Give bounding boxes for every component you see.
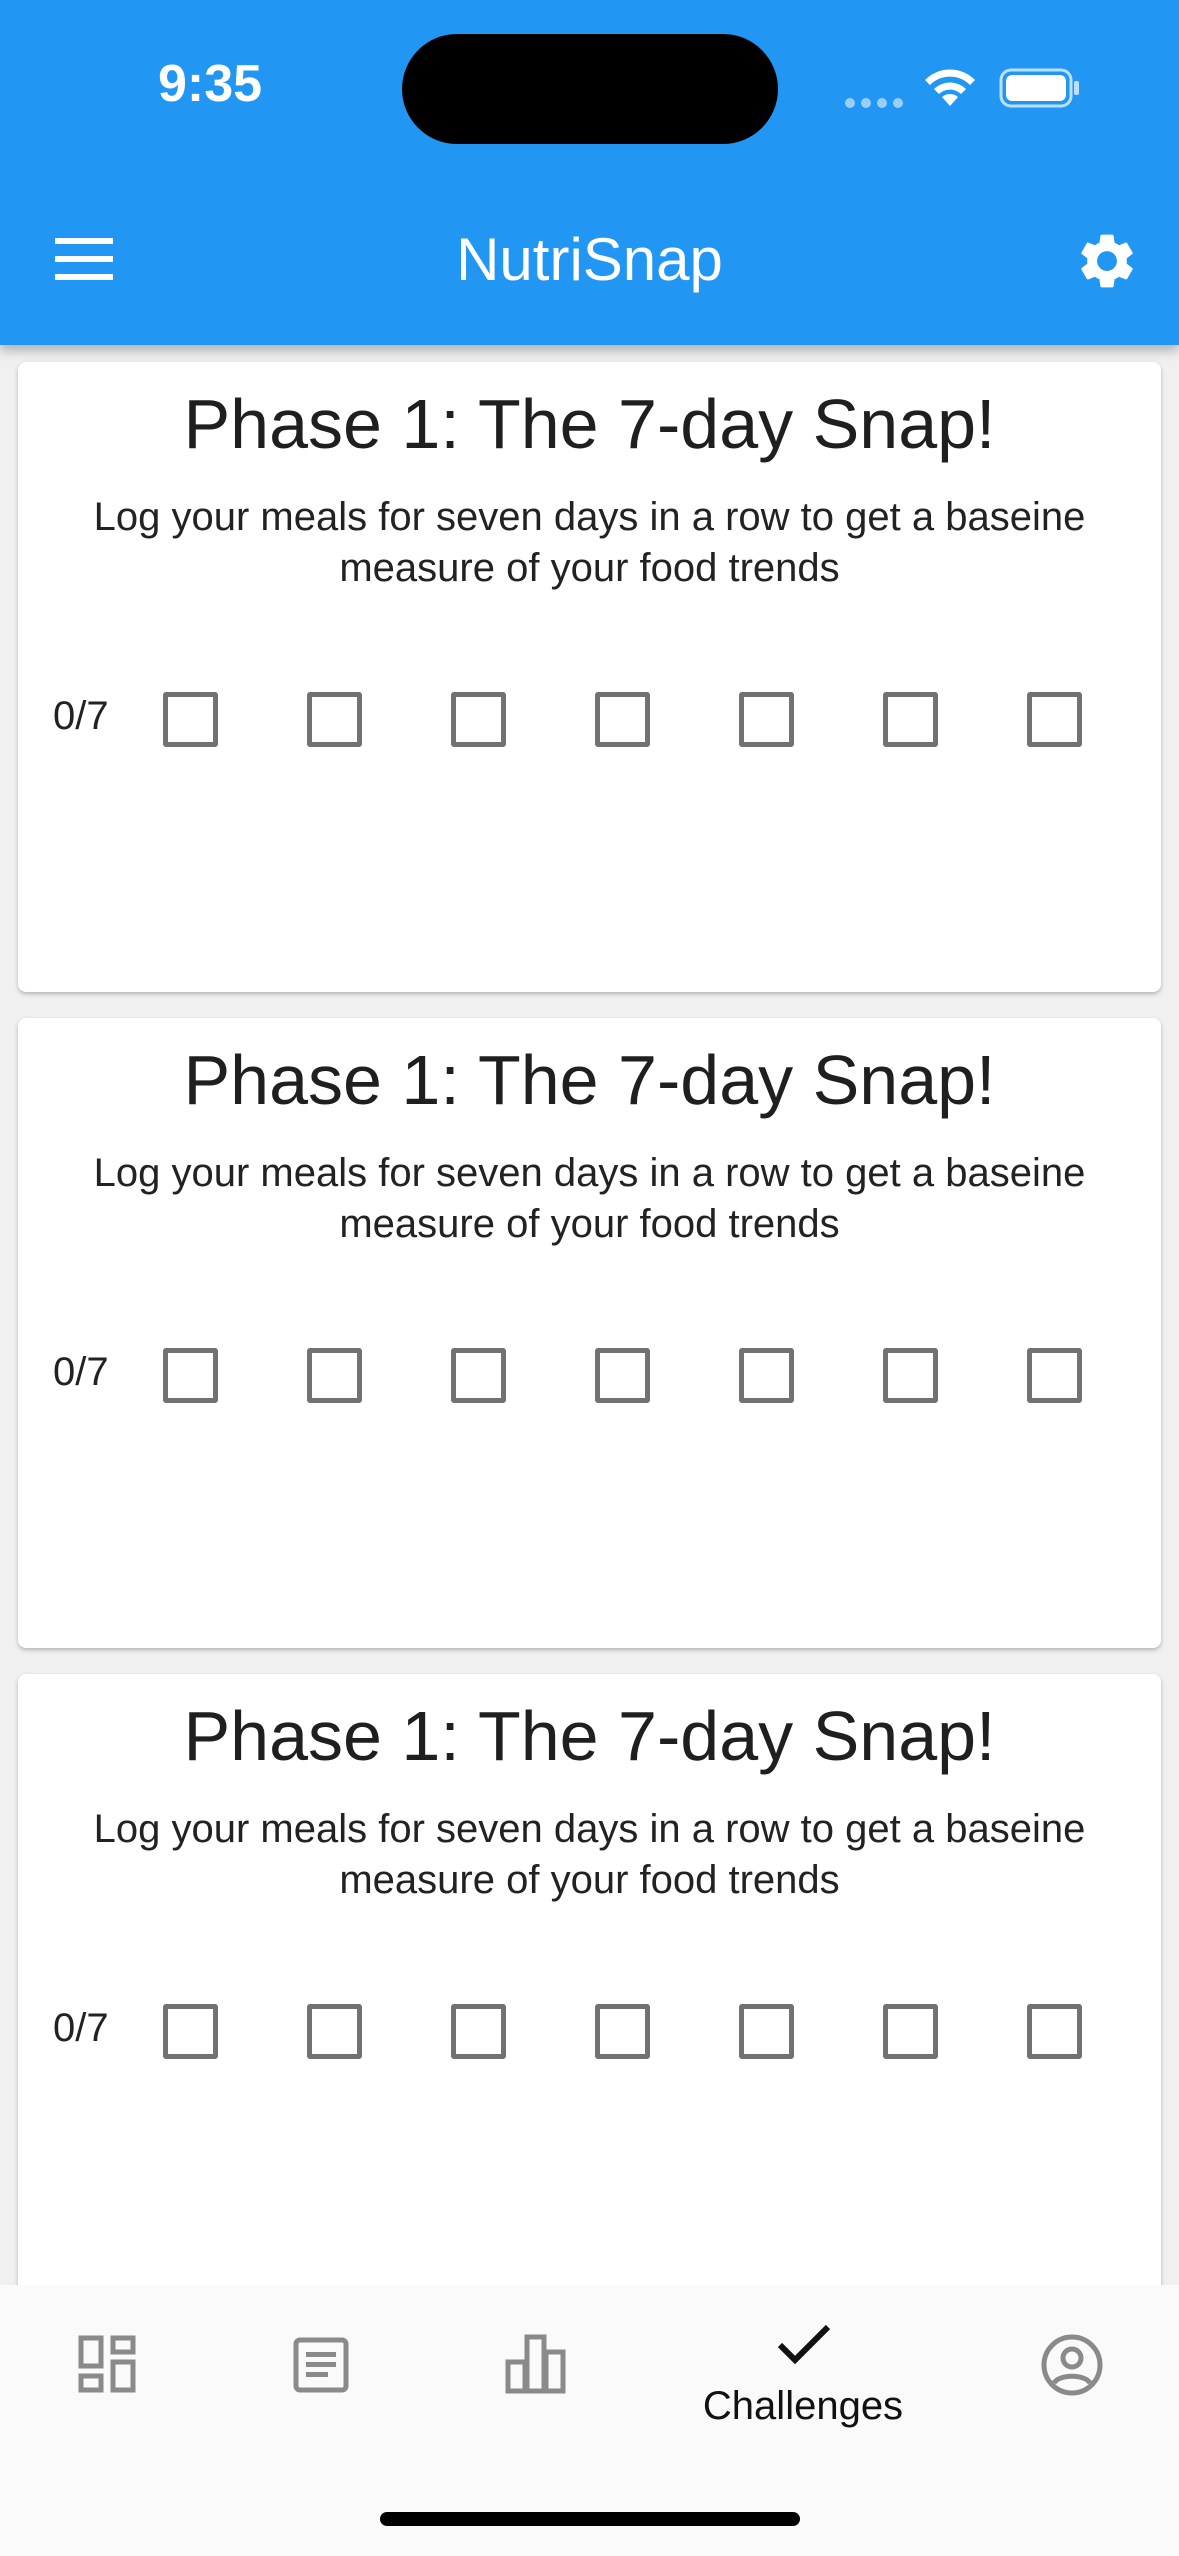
- progress-count: 0/7: [53, 694, 109, 738]
- day-checkbox[interactable]: [163, 692, 218, 747]
- challenge-description: Log your meals for seven days in a row t…: [93, 1807, 1086, 1902]
- account-circle-icon[interactable]: [1041, 2334, 1103, 2396]
- day-checkbox[interactable]: [739, 692, 794, 747]
- article-icon[interactable]: [293, 2337, 349, 2393]
- challenges-list[interactable]: Phase 1: The 7-day Snap! Log your meals …: [0, 345, 1179, 2285]
- wifi-icon: [925, 69, 975, 106]
- nav-label-challenges[interactable]: Challenges: [693, 2384, 913, 2429]
- day-checkbox[interactable]: [883, 1348, 938, 1403]
- day-checkbox[interactable]: [739, 1348, 794, 1403]
- day-checkbox[interactable]: [595, 1348, 650, 1403]
- day-checkbox[interactable]: [451, 2004, 506, 2059]
- day-checkbox[interactable]: [739, 2004, 794, 2059]
- day-checkbox[interactable]: [1027, 2004, 1082, 2059]
- day-checkbox[interactable]: [451, 692, 506, 747]
- app-title: NutriSnap: [456, 226, 723, 293]
- home-indicator: [380, 2512, 800, 2526]
- day-checkbox[interactable]: [451, 1348, 506, 1403]
- challenge-description: Log your meals for seven days in a row t…: [93, 1151, 1086, 1246]
- challenge-card: Phase 1: The 7-day Snap! Log your meals …: [18, 362, 1161, 992]
- challenge-title: Phase 1: The 7-day Snap!: [183, 385, 996, 463]
- day-checkbox[interactable]: [307, 692, 362, 747]
- check-icon[interactable]: [776, 2323, 832, 2365]
- challenge-title: Phase 1: The 7-day Snap!: [183, 1041, 996, 1119]
- app-bar: 9:35 NutriSnap: [0, 0, 1179, 345]
- bar-chart-icon[interactable]: [505, 2334, 567, 2394]
- progress-count: 0/7: [53, 1350, 109, 1394]
- day-checkbox[interactable]: [595, 2004, 650, 2059]
- battery-icon: [999, 68, 1079, 108]
- gear-icon[interactable]: [1074, 228, 1140, 294]
- challenge-card: Phase 1: The 7-day Snap! Log your meals …: [18, 1674, 1161, 2285]
- progress-count: 0/7: [53, 2006, 109, 2050]
- cellular-signal-icon: [845, 95, 909, 113]
- day-checkbox[interactable]: [595, 692, 650, 747]
- dashboard-icon[interactable]: [78, 2335, 136, 2393]
- challenge-description: Log your meals for seven days in a row t…: [93, 495, 1086, 590]
- day-checkbox[interactable]: [307, 1348, 362, 1403]
- day-checkbox[interactable]: [163, 2004, 218, 2059]
- day-checkbox[interactable]: [883, 692, 938, 747]
- day-checkbox[interactable]: [1027, 692, 1082, 747]
- day-checkbox[interactable]: [307, 2004, 362, 2059]
- day-checkbox[interactable]: [1027, 1348, 1082, 1403]
- day-checkbox[interactable]: [883, 2004, 938, 2059]
- challenge-card: Phase 1: The 7-day Snap! Log your meals …: [18, 1018, 1161, 1648]
- dynamic-island: [402, 34, 778, 144]
- day-checkbox[interactable]: [163, 1348, 218, 1403]
- challenge-title: Phase 1: The 7-day Snap!: [183, 1697, 996, 1775]
- status-time: 9:35: [158, 55, 263, 113]
